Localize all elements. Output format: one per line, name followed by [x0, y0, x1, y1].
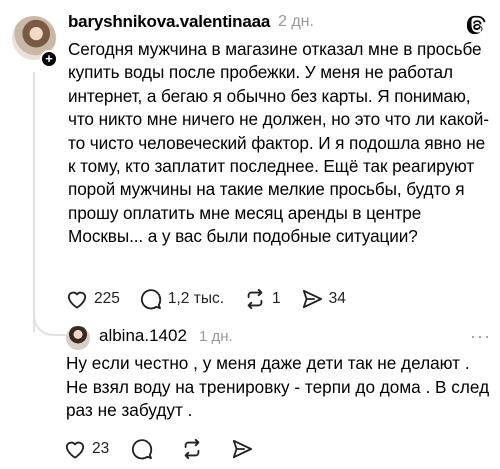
threads-logo-icon[interactable] — [466, 14, 488, 36]
follow-plus-icon[interactable]: + — [40, 50, 58, 68]
repost-icon — [184, 438, 200, 460]
reply-username[interactable]: albina.1402 — [99, 326, 187, 346]
post-text: Сегодня мужчина в магазине отказал мне в… — [68, 39, 489, 247]
send-icon — [302, 289, 322, 309]
reply-share-button[interactable] — [231, 439, 259, 459]
reply-like-count: 23 — [92, 440, 110, 457]
post-actions: 225 1,2 тыс. 1 34 — [66, 286, 366, 312]
reply-comment-button[interactable] — [131, 438, 159, 460]
reply-avatar[interactable] — [66, 326, 90, 350]
post-time: 2 дн. — [278, 13, 314, 30]
repost-button[interactable]: 1 — [244, 288, 281, 310]
send-icon — [233, 439, 253, 459]
thread-line — [33, 72, 35, 332]
heart-icon — [67, 291, 87, 309]
reply-like-button[interactable]: 23 — [64, 439, 109, 459]
comment-count: 1,2 тыс. — [167, 290, 225, 307]
repost-icon — [247, 288, 263, 310]
post-username[interactable]: baryshnikova.valentinaaa — [68, 12, 270, 32]
share-button[interactable]: 34 — [301, 289, 346, 309]
reply-actions: 23 — [64, 436, 281, 462]
reply-repost-button[interactable] — [181, 438, 209, 460]
reply-time: 1 дн. — [199, 328, 233, 345]
thread-connector — [33, 300, 69, 336]
share-count: 34 — [328, 290, 346, 307]
like-button[interactable]: 225 — [66, 289, 120, 309]
more-icon[interactable]: ··· — [470, 326, 491, 347]
heart-icon — [65, 441, 85, 459]
comment-bubble-icon — [140, 289, 162, 310]
comment-bubble-icon — [132, 439, 153, 460]
repost-count: 1 — [272, 290, 281, 307]
like-count: 225 — [94, 290, 120, 307]
threads-post: + baryshnikova.valentinaaa 2 дн. Сегодня… — [0, 0, 500, 336]
reply-text: Ну если честно , у меня даже дети так не… — [66, 353, 490, 420]
comment-button[interactable]: 1,2 тыс. — [140, 288, 224, 310]
